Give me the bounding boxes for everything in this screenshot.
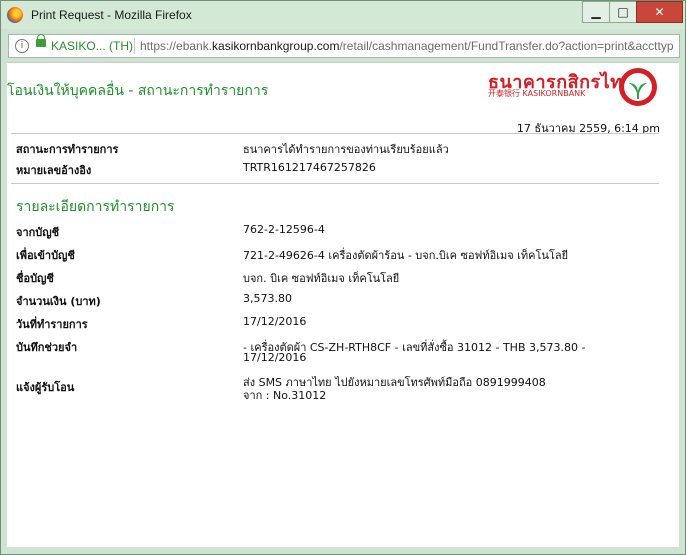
account-name-label: ชื่อบัญชี [16, 272, 54, 285]
notify-label: แจ้งผู้รับโอน [16, 381, 75, 394]
url-divider [134, 38, 135, 54]
lock-icon[interactable] [36, 34, 46, 47]
close-button[interactable]: ✕ [636, 1, 683, 23]
url-path: /retail/cashmanagement/FundTransfer.do?a… [339, 39, 674, 53]
url-bar[interactable]: i KASIKO... (TH) https://ebank.kasikornb… [8, 34, 680, 58]
maximize-button[interactable]: □ [609, 1, 637, 23]
status-label: สถานะการทำรายการ [16, 143, 119, 156]
from-account-label: จากบัญชี [16, 226, 60, 239]
divider [11, 133, 659, 134]
memo-label: บันทึกช่วยจำ [16, 341, 78, 354]
divider [11, 183, 659, 184]
status-value: ธนาคารได้ทำรายการของท่านเรียบร้อยแล้ว [243, 143, 449, 156]
info-icon[interactable]: i [15, 39, 29, 53]
reference-value: TRTR161217467257826 [243, 161, 376, 174]
page-title: โอนเงินให้บุคคลอื่น - สถานะการทำรายการ [7, 83, 269, 99]
notify-line-2: จาก : No.31012 [243, 389, 327, 402]
amount-value: 3,573.80 [243, 292, 292, 305]
transaction-datetime: 17 ธันวาคม 2559, 6:14 pm [516, 122, 660, 135]
account-name-value: บจก. บิเค ซอฟท์อิเมจ เท็คโนโลยี [243, 272, 400, 285]
transaction-date-value: 17/12/2016 [243, 315, 307, 328]
to-account-value: 721-2-49626-4 เครื่องตัดผ้าร้อน - บจก.บิ… [243, 249, 569, 262]
transaction-date-label: วันที่ทำรายการ [16, 318, 88, 331]
kasikorn-logo-icon [619, 68, 657, 106]
window-title: Print Request - Mozilla Firefox [31, 8, 192, 22]
url-domain: kasikornbankgroup.com [212, 39, 340, 53]
reference-label: หมายเลขอ้างอิง [16, 164, 92, 177]
amount-label: จำนวนเงิน (บาท) [16, 295, 101, 308]
site-identity[interactable]: KASIKO... (TH) [51, 39, 133, 53]
to-account-label: เพื่อเข้าบัญชี [16, 249, 75, 262]
firefox-icon [7, 7, 23, 23]
browser-window: Print Request - Mozilla Firefox ▁ □ ✕ i … [0, 0, 686, 555]
details-heading: รายละเอียดการทำรายการ [16, 199, 175, 215]
title-bar: Print Request - Mozilla Firefox ▁ □ ✕ [1, 1, 685, 29]
page-content: โอนเงินให้บุคคลอื่น - สถานะการทำรายการ ธ… [7, 62, 679, 547]
from-account-value: 762-2-12596-4 [243, 223, 325, 236]
minimize-button[interactable]: ▁ [582, 1, 610, 23]
url-prefix: https://ebank. [140, 39, 213, 53]
url-text[interactable]: https://ebank.kasikornbankgroup.com/reta… [140, 39, 676, 53]
bank-logo-subtext: 开泰银行 KASIKORNBANK [488, 89, 586, 98]
memo-line-2: 17/12/2016 [243, 351, 307, 364]
